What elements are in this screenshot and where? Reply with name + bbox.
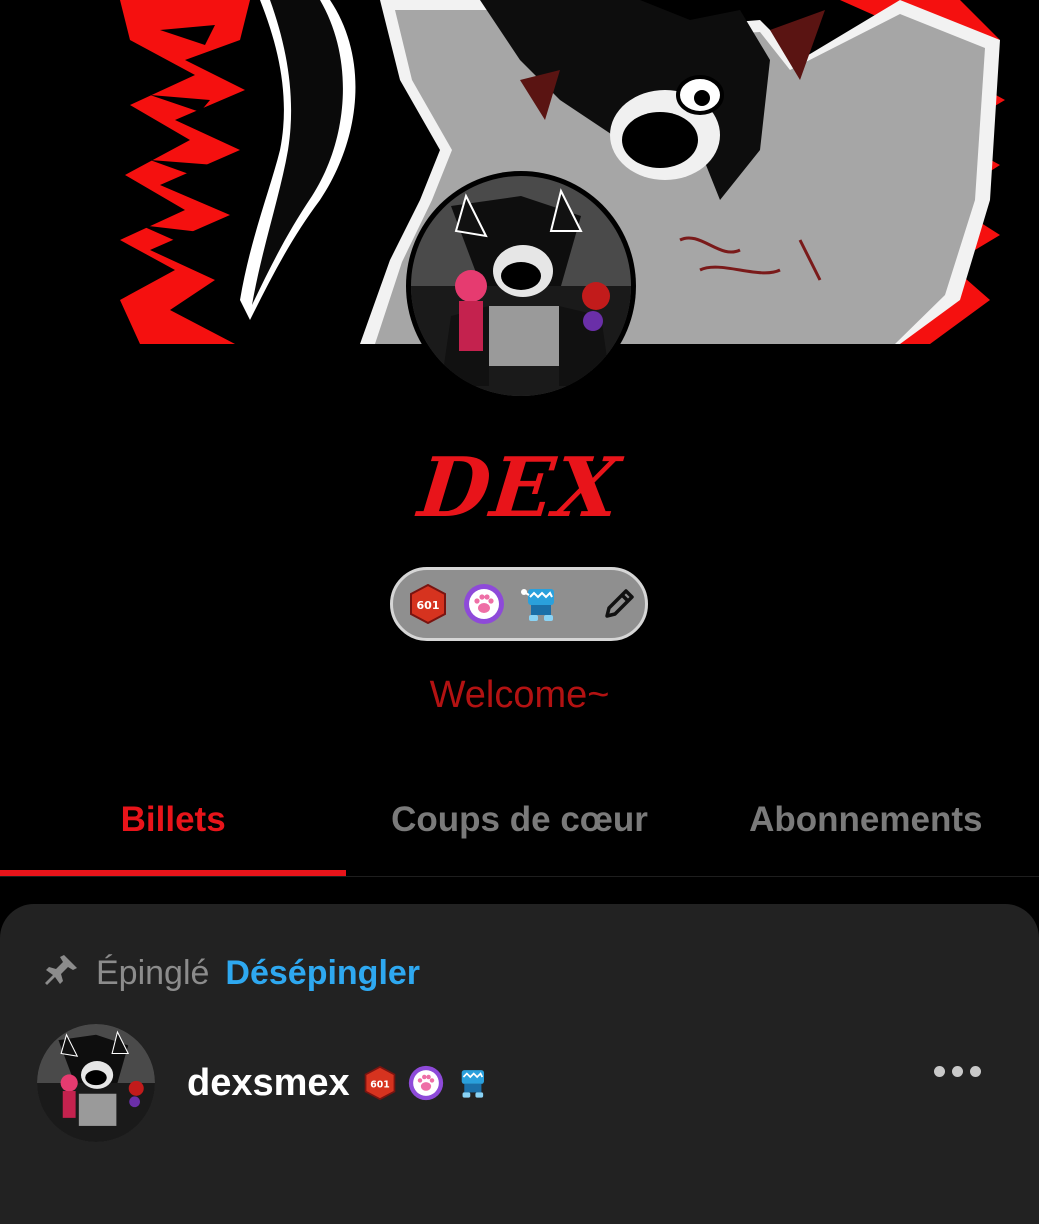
ellipsis-dot <box>970 1066 981 1077</box>
tab-coups-de-coeur[interactable]: Coups de cœur <box>346 780 692 876</box>
blog-description: Welcome~ <box>429 674 610 716</box>
author-username[interactable]: dexsmex <box>187 1062 350 1105</box>
blue-robot-badge-icon[interactable] <box>454 1065 490 1101</box>
author-badges: 601 <box>362 1065 490 1101</box>
ellipsis-dot <box>952 1066 963 1077</box>
blue-robot-badge-icon[interactable] <box>519 583 561 625</box>
svg-text:601: 601 <box>417 599 440 612</box>
pinned-row: Épinglé Désépingler <box>42 952 420 995</box>
tab-billets[interactable]: Billets <box>0 780 347 876</box>
pin-icon <box>42 952 80 995</box>
badge-bar[interactable]: 601 <box>390 567 648 641</box>
blog-avatar[interactable] <box>411 176 631 396</box>
post-author-row: dexsmex 601 <box>37 1024 490 1142</box>
paw-badge-icon[interactable] <box>408 1065 444 1101</box>
pencil-icon[interactable] <box>595 580 643 628</box>
badge-601-icon[interactable]: 601 <box>407 583 449 625</box>
svg-text:601: 601 <box>370 1079 390 1090</box>
ellipsis-dot <box>934 1066 945 1077</box>
tab-bar: Billets Coups de cœur Abonnements <box>0 780 1039 877</box>
tab-abonnements[interactable]: Abonnements <box>693 780 1039 876</box>
badge-601-icon[interactable]: 601 <box>362 1065 398 1101</box>
author-avatar[interactable] <box>37 1024 155 1142</box>
blog-title: DEX <box>414 440 625 536</box>
pinned-label: Épinglé <box>96 954 210 992</box>
unpin-button[interactable]: Désépingler <box>225 954 420 993</box>
ellipsis-icon[interactable] <box>934 1066 981 1077</box>
paw-badge-icon[interactable] <box>463 583 505 625</box>
pinned-post-card: Épinglé Désépingler dexsmex 601 <box>0 904 1039 1224</box>
avatar-image <box>411 176 631 396</box>
